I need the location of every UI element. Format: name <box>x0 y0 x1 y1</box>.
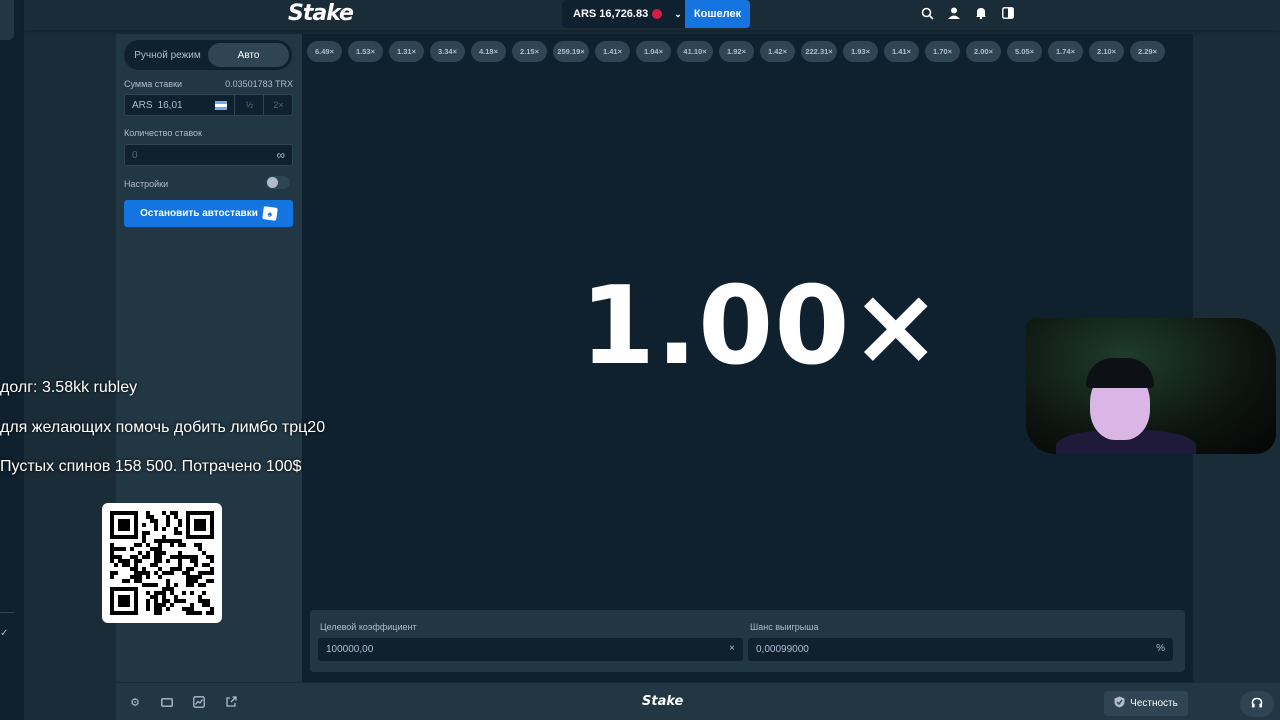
win-chance-label: Шанс выигрыша <box>750 622 819 632</box>
bet-value: 16,01 <box>157 99 183 111</box>
stake-logo[interactable]: Stake <box>288 1 354 26</box>
history-pill[interactable]: 1.53× <box>348 41 383 62</box>
num-bets-value: 0 <box>132 149 138 161</box>
balance-selector[interactable]: ARS 16,726.83 ⌄ <box>562 0 685 28</box>
bet-amount-label: Сумма ставки <box>124 79 183 89</box>
webcam-cap <box>1086 358 1154 388</box>
history-pill[interactable]: 1.93× <box>843 41 878 62</box>
history-pill[interactable]: 2.10× <box>1089 41 1124 62</box>
left-sidebar-collapsed: ✓ <box>0 0 24 720</box>
tab-manual[interactable]: Ручной режим <box>127 43 208 67</box>
balance-value: ARS 16,726.83 <box>573 8 649 20</box>
history-pill[interactable]: 1.41× <box>595 41 630 62</box>
settings-toggle[interactable] <box>266 176 290 189</box>
settings-icon[interactable]: ⚙ <box>128 695 142 709</box>
search-icon[interactable] <box>920 6 934 20</box>
wallet-button[interactable]: Кошелек <box>685 0 750 28</box>
overlay-spins-text: Пустых спинов 158 500. Потрачено 100$ <box>0 458 302 475</box>
streamer-webcam <box>1026 318 1276 454</box>
history-pill[interactable]: 2.29× <box>1130 41 1165 62</box>
history-pill[interactable]: 41.10× <box>677 41 713 62</box>
double-button[interactable]: 2× <box>263 95 293 115</box>
footer-stake-logo: Stake <box>642 694 684 709</box>
check-icon: ✓ <box>0 628 9 639</box>
history-pill[interactable]: 1.74× <box>1048 41 1083 62</box>
fairness-label: Честность <box>1130 698 1178 709</box>
history-pill[interactable]: 6.49× <box>307 41 342 62</box>
history-pill[interactable]: 2.15× <box>512 41 547 62</box>
history-pill[interactable]: 3.34× <box>430 41 465 62</box>
infinity-icon[interactable]: ∞ <box>276 148 285 162</box>
multiplier-suffix: × <box>729 643 735 654</box>
sidebar-toggle[interactable] <box>0 0 14 40</box>
history-pill[interactable]: 1.70× <box>925 41 960 62</box>
settings-label: Настройки <box>124 179 169 189</box>
history-pill[interactable]: 1.41× <box>884 41 919 62</box>
game-footer: ⚙ Stake Честность <box>116 683 1280 720</box>
headset-icon <box>1251 697 1263 712</box>
history-pill[interactable]: 222.31× <box>801 41 837 62</box>
mode-toggle: Ручной режим Авто <box>124 40 292 70</box>
history-pill[interactable]: 1.04× <box>636 41 671 62</box>
overlay-debt-text: долг: 3.58kk rubley <box>0 379 138 396</box>
current-multiplier: 1.00× <box>580 264 942 389</box>
tab-auto[interactable]: Авто <box>208 43 289 67</box>
user-icon[interactable] <box>947 6 961 20</box>
shield-check-icon <box>1114 696 1125 711</box>
theatre-mode-icon[interactable] <box>160 695 174 709</box>
win-chance-input[interactable]: 0,00099000 % <box>748 638 1173 661</box>
stop-autobet-button[interactable]: Остановить автоставки ♠ <box>124 200 293 227</box>
bet-currency: ARS <box>132 99 153 111</box>
bet-amount-label-row: Сумма ставки 0.03501783 TRX <box>124 79 293 89</box>
support-chat-button[interactable] <box>1240 691 1274 717</box>
history-pill[interactable]: 1.92× <box>719 41 754 62</box>
qr-code <box>102 503 222 623</box>
history-pill[interactable]: 1.31× <box>389 41 424 62</box>
target-multiplier-value: 100000,00 <box>326 644 374 655</box>
history-pill[interactable]: 4.18× <box>471 41 506 62</box>
history-pill[interactable]: 259.19× <box>553 41 589 62</box>
history-pill[interactable]: 1.42× <box>760 41 795 62</box>
game-settings-box: Целевой коэффициент 100000,00 × Шанс выи… <box>310 610 1185 672</box>
num-bets-input[interactable]: 0 ∞ <box>124 144 293 166</box>
bell-icon[interactable] <box>974 6 988 20</box>
num-bets-label-row: Количество ставок <box>124 128 293 138</box>
argentina-flag-icon <box>215 101 227 110</box>
currency-icon <box>652 9 663 19</box>
half-button[interactable]: ½ <box>234 95 264 115</box>
sidebar-toggle-icon[interactable] <box>1001 6 1015 20</box>
popout-icon[interactable] <box>224 695 238 709</box>
target-multiplier-input[interactable]: 100000,00 × <box>318 638 743 661</box>
footer-icons: ⚙ <box>128 695 238 709</box>
bet-amount-crypto: 0.03501783 TRX <box>225 79 293 89</box>
stop-autobet-label: Остановить автоставки <box>140 208 258 219</box>
history-pill[interactable]: 2.00× <box>966 41 1001 62</box>
multiplier-history: 6.49× 1.53× 1.31× 3.34× 4.18× 2.15× 259.19× 1.4… <box>307 41 1165 62</box>
cards-icon: ♠ <box>262 206 278 221</box>
bet-amount-input[interactable]: ARS 16,01 ½ 2× <box>124 94 293 116</box>
stats-icon[interactable] <box>192 695 206 709</box>
percent-suffix: % <box>1156 643 1165 654</box>
win-chance-value: 0,00099000 <box>756 644 809 655</box>
divider <box>0 612 14 613</box>
target-multiplier-label: Целевой коэффициент <box>320 622 417 632</box>
history-pill[interactable]: 5.05× <box>1007 41 1042 62</box>
chevron-down-icon: ⌄ <box>674 8 682 19</box>
num-bets-label: Количество ставок <box>124 128 202 138</box>
top-navbar: Stake ARS 16,726.83 ⌄ Кошелек <box>24 0 1280 30</box>
fairness-button[interactable]: Честность <box>1104 691 1188 716</box>
overlay-help-text: для желающих помочь добить лимбо трц20 <box>0 419 326 436</box>
top-icons <box>920 6 1015 20</box>
